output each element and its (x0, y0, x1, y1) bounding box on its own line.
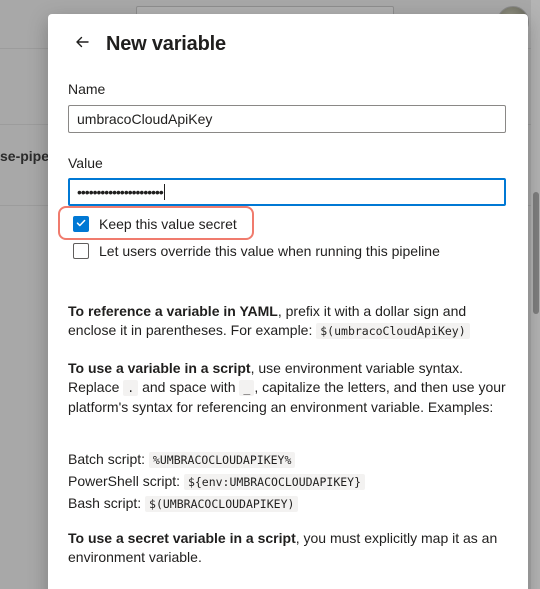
masked-value: •••••••••••••••••••••• (77, 184, 164, 200)
keep-secret-checkbox[interactable] (73, 216, 89, 232)
yaml-help-heading: To reference a variable in YAML (68, 303, 278, 319)
script-help-body-2: and space with (138, 379, 240, 395)
arrow-left-icon (74, 34, 90, 55)
allow-override-checkbox-row[interactable]: Let users override this value when runni… (73, 243, 440, 259)
dot-code: . (123, 380, 139, 396)
name-label: Name (68, 81, 106, 97)
bash-script-code: $(UMBRACOCLOUDAPIKEY) (145, 496, 299, 512)
powershell-script-label: PowerShell script: (68, 473, 184, 489)
secret-help-text: To use a secret variable in a script, yo… (68, 529, 514, 567)
back-button[interactable] (68, 30, 96, 58)
keep-secret-label: Keep this value secret (99, 216, 237, 232)
underscore-code: _ (239, 380, 255, 396)
background-scrollbar-thumb (533, 192, 539, 314)
panel-title: New variable (106, 32, 226, 55)
allow-override-checkbox[interactable] (73, 243, 89, 259)
checkmark-icon (75, 216, 87, 232)
value-input[interactable]: •••••••••••••••••••••• (68, 178, 506, 206)
batch-script-label: Batch script: (68, 451, 149, 467)
background-pipeline-name: se-pipe (0, 148, 50, 164)
allow-override-label: Let users override this value when runni… (99, 243, 440, 259)
text-caret (163, 184, 165, 200)
name-input[interactable]: umbracoCloudApiKey (68, 105, 506, 133)
bash-script-label: Bash script: (68, 495, 146, 511)
value-label: Value (68, 155, 103, 171)
keep-secret-checkbox-row[interactable]: Keep this value secret (73, 216, 237, 232)
script-help-text: To use a variable in a script, use envir… (68, 359, 514, 417)
yaml-example-code: $(umbracoCloudApiKey) (316, 323, 470, 339)
secret-help-heading: To use a secret variable in a script (68, 530, 296, 546)
yaml-help-text: To reference a variable in YAML, prefix … (68, 302, 514, 341)
new-variable-panel: New variable Name umbracoCloudApiKey Val… (48, 14, 528, 589)
panel-header: New variable (68, 30, 226, 58)
batch-script-code: %UMBRACOCLOUDAPIKEY% (148, 452, 296, 468)
script-help-heading: To use a variable in a script (68, 360, 251, 376)
script-examples: Batch script: %UMBRACOCLOUDAPIKEY% Power… (68, 450, 514, 514)
powershell-script-code: ${env:UMBRACOCLOUDAPIKEY} (183, 474, 366, 490)
